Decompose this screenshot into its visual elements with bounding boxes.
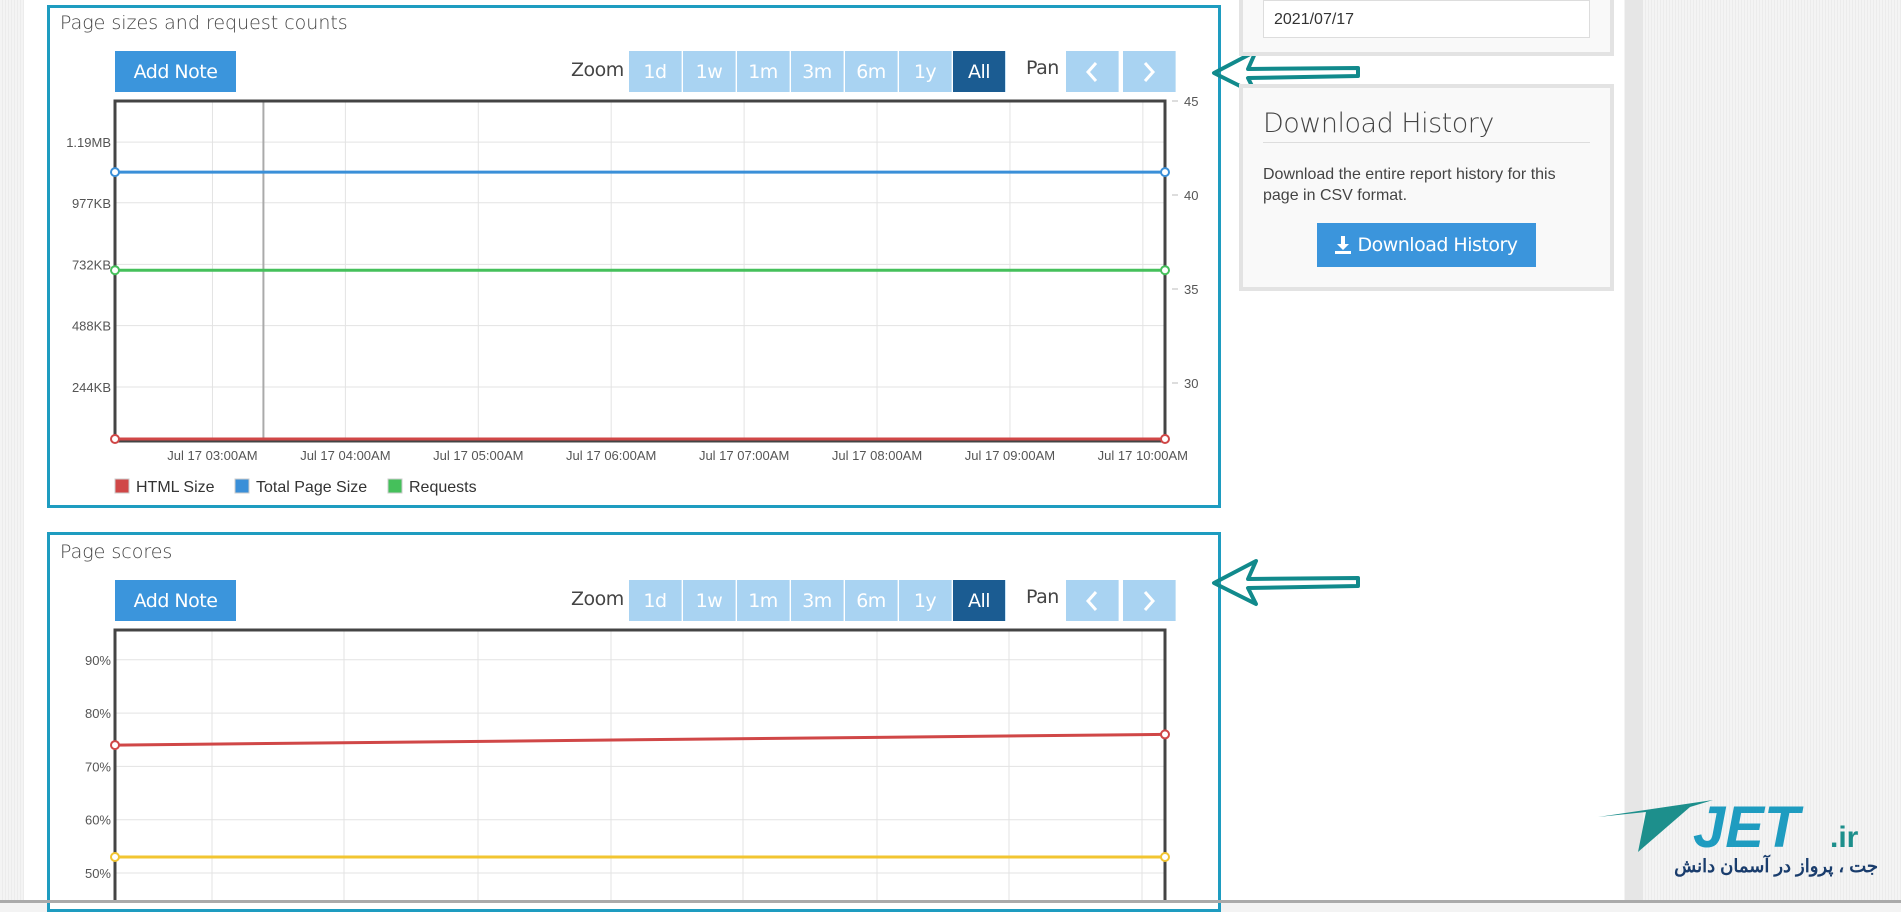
svg-text:.ir: .ir	[1830, 821, 1859, 854]
data-point	[110, 740, 120, 751]
button-label: Download History	[1357, 234, 1518, 256]
legend-item[interactable]: Total Page Size	[256, 479, 367, 496]
pan-label: Pan	[1026, 57, 1059, 79]
x-tick-label: Jul 17 04:00AM	[300, 448, 390, 463]
pan-label: Pan	[1026, 586, 1059, 608]
add-note-button[interactable]: Add Note	[115, 580, 236, 621]
pan-right-button[interactable]	[1123, 51, 1176, 92]
add-note-button[interactable]: Add Note	[115, 51, 236, 92]
y-tick-label: 80%	[85, 706, 111, 721]
page-scores-chart: 50% 60% 70% 80% 90%	[85, 628, 1170, 903]
x-tick-label: Jul 17 08:00AM	[832, 448, 922, 463]
zoom-All-button[interactable]: All	[953, 580, 1006, 621]
description-line: Download the entire report history for t…	[1263, 166, 1556, 183]
zoom-6m-button[interactable]: 6m	[845, 580, 898, 621]
data-point	[1160, 434, 1170, 445]
x-tick-label: Jul 17 05:00AM	[433, 448, 523, 463]
y-tick-label: 732KB	[72, 257, 111, 272]
zoom-1d-button[interactable]: 1d	[629, 51, 682, 92]
y-tick-label: 90%	[85, 653, 111, 668]
zoom-1d-button[interactable]: 1d	[629, 580, 682, 621]
zoom-1y-button[interactable]: 1y	[899, 51, 952, 92]
date-panel: 2021/07/17	[1239, 0, 1614, 56]
data-point	[110, 852, 120, 863]
pan-right-button[interactable]	[1123, 580, 1176, 621]
series-line	[114, 732, 1166, 747]
chevron-left-icon	[1085, 61, 1098, 82]
zoom-1m-button[interactable]: 1m	[737, 51, 790, 92]
data-point	[110, 167, 120, 178]
download-heading: Download History	[1263, 108, 1494, 139]
zoom-1w-button[interactable]: 1w	[683, 51, 736, 92]
x-tick-label: Jul 17 09:00AM	[965, 448, 1055, 463]
data-point	[1160, 852, 1170, 863]
legend-item[interactable]: Requests	[409, 479, 477, 496]
chevron-right-icon	[1143, 590, 1156, 611]
data-point	[110, 265, 120, 276]
y-tick-label: 244KB	[72, 380, 111, 395]
download-icon	[1335, 236, 1352, 254]
x-tick-label: Jul 17 07:00AM	[699, 448, 789, 463]
chevron-right-icon	[1143, 61, 1156, 82]
x-tick-label: Jul 17 03:00AM	[167, 448, 257, 463]
annotation-arrow-icon	[1212, 559, 1360, 606]
scroll-gutter	[1625, 0, 1643, 903]
y-tick-label: 1.19MB	[66, 135, 111, 150]
y-tick-label: 60%	[85, 813, 111, 828]
divider	[1263, 142, 1590, 143]
pan-left-button[interactable]	[1066, 51, 1119, 92]
data-point	[1160, 265, 1170, 276]
zoom-1y-button[interactable]: 1y	[899, 580, 952, 621]
description-line: page in CSV format.	[1263, 187, 1408, 204]
y2-tick-label: 40	[1184, 188, 1198, 203]
zoom-label: Zoom	[571, 588, 624, 610]
y2-tick-label: 30	[1184, 376, 1198, 391]
legend-swatch	[234, 478, 250, 494]
legend-swatch	[387, 478, 403, 494]
x-tick-label: Jul 17 10:00AM	[1098, 448, 1188, 463]
y2-tick-label: 35	[1184, 282, 1198, 297]
y-tick-label: 70%	[85, 759, 111, 774]
download-history-panel: Download History Download the entire rep…	[1239, 84, 1614, 291]
y-tick-label: 50%	[85, 866, 111, 881]
legend-swatch	[114, 478, 130, 494]
data-point	[1160, 167, 1170, 178]
svg-text:JET: JET	[1693, 795, 1804, 860]
data-point	[1160, 729, 1170, 740]
legend-item[interactable]: HTML Size	[136, 479, 215, 496]
zoom-All-button[interactable]: All	[953, 51, 1006, 92]
zoom-6m-button[interactable]: 6m	[845, 51, 898, 92]
jet-logo: JET .ir جت ، پرواز در آسمان دانش	[1598, 792, 1888, 887]
zoom-1m-button[interactable]: 1m	[737, 580, 790, 621]
download-history-button[interactable]: Download History	[1317, 223, 1536, 267]
zoom-label: Zoom	[571, 59, 624, 81]
data-point	[110, 434, 120, 445]
zoom-3m-button[interactable]: 3m	[791, 580, 844, 621]
date-input[interactable]: 2021/07/17	[1263, 0, 1590, 38]
logo-tagline: جت ، پرواز در آسمان دانش	[1674, 856, 1878, 876]
x-tick-label: Jul 17 06:00AM	[566, 448, 656, 463]
page-background-right	[1643, 0, 1901, 903]
y2-tick-label: 45	[1184, 94, 1198, 109]
pan-left-button[interactable]	[1066, 580, 1119, 621]
y-tick-label: 977KB	[72, 196, 111, 211]
chevron-left-icon	[1085, 590, 1098, 611]
zoom-3m-button[interactable]: 3m	[791, 51, 844, 92]
zoom-1w-button[interactable]: 1w	[683, 580, 736, 621]
download-description: Download the entire report history for t…	[1263, 164, 1556, 206]
y-tick-label: 488KB	[72, 319, 111, 334]
